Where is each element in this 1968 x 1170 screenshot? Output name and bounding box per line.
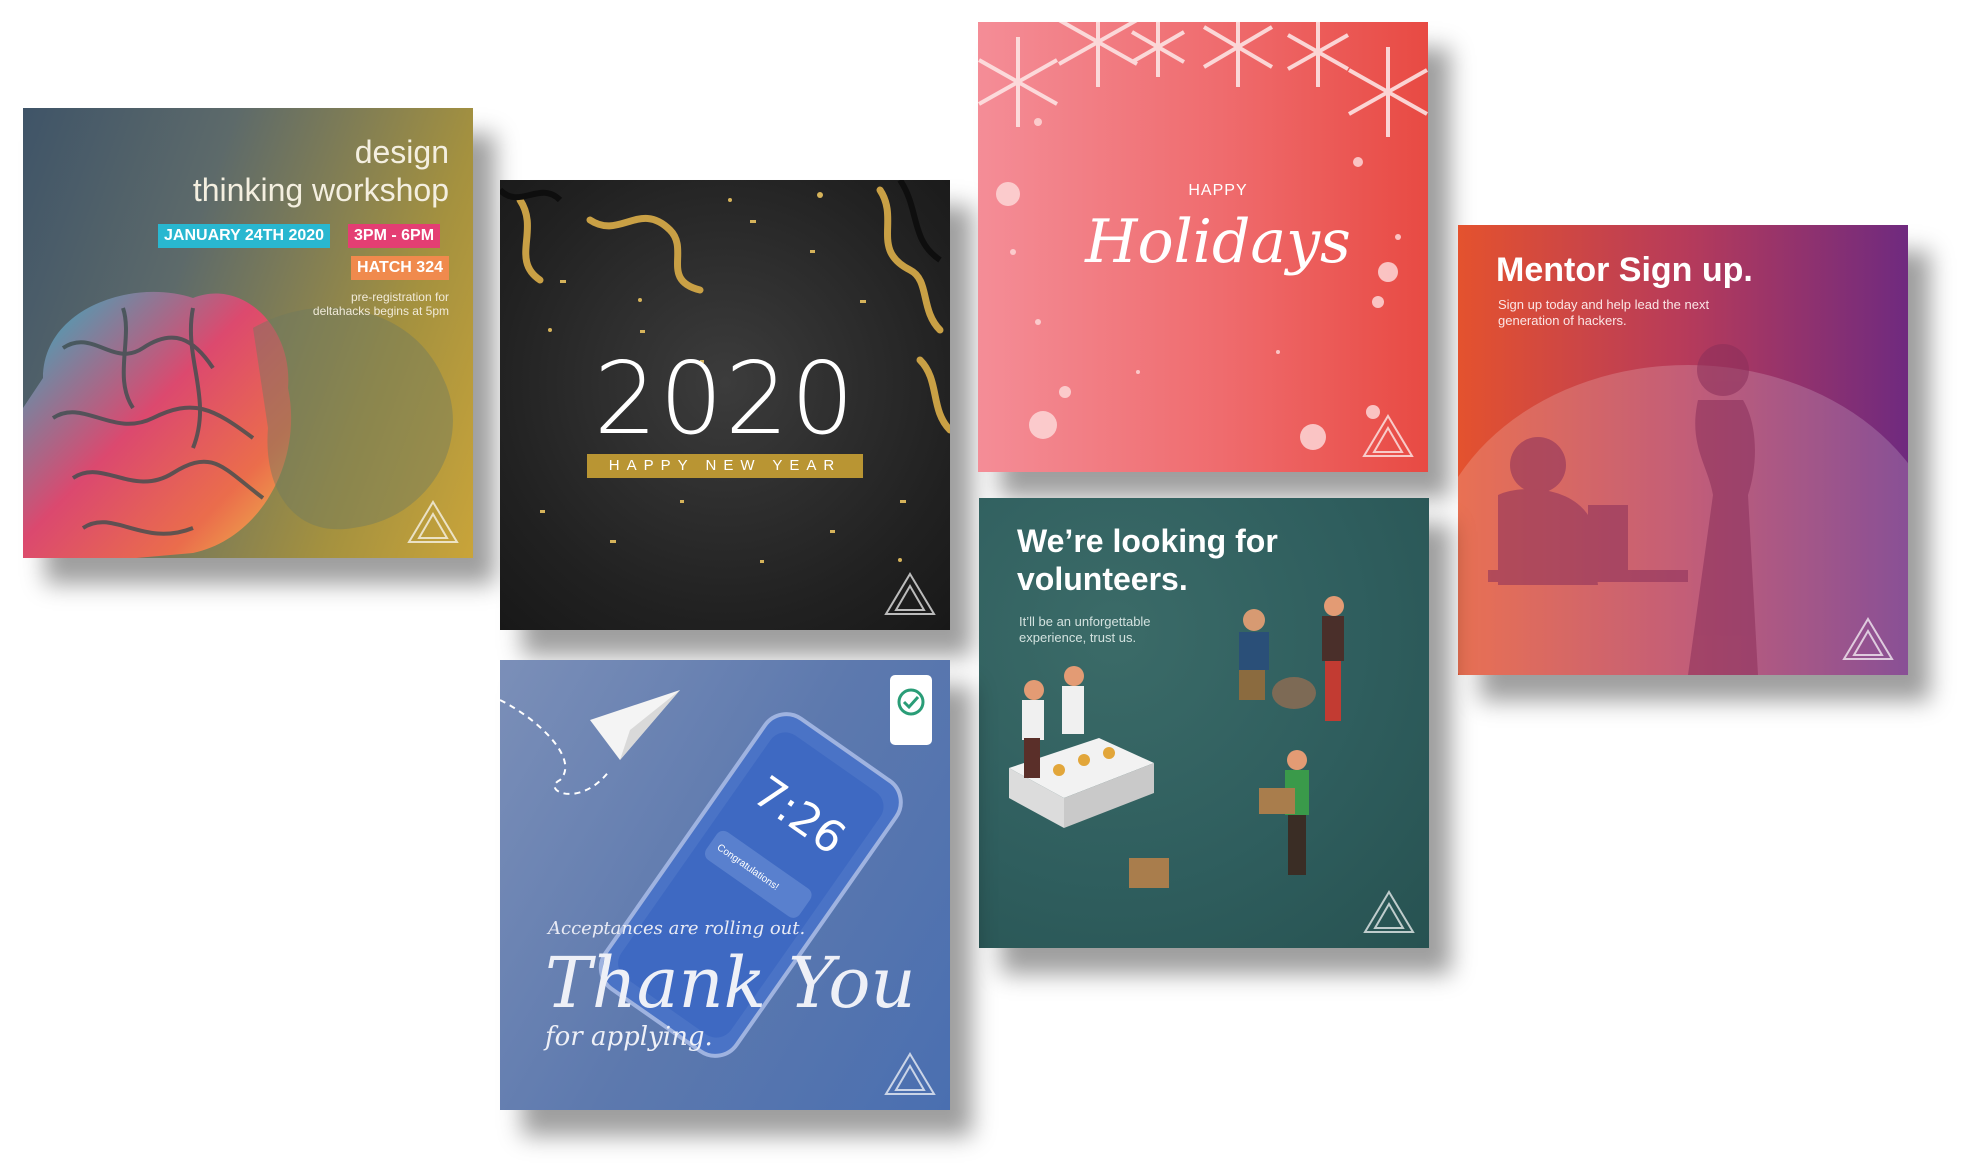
acceptances-text: Acceptances are rolling out. [548,918,806,939]
registration-note: pre-registration for deltahacks begins a… [312,290,449,318]
card-mentor-sign-up: Mentor Sign up. Sign up today and help l… [1458,225,1908,675]
happy-text: HAPPY [1188,182,1248,199]
triangle-logo-icon [1360,412,1416,460]
mentor-title: Mentor Sign up. [1496,251,1753,289]
card-happy-new-year: 2020 HAPPY NEW YEAR [500,180,950,630]
volunteers-title: We’re looking for volunteers. [1017,523,1278,597]
location-badge: HATCH 324 [351,256,449,280]
mentor-subtitle: Sign up today and help lead the next gen… [1498,297,1710,328]
triangle-logo-icon [882,1050,938,1098]
time-badge: 3PM - 6PM [348,224,441,248]
envelope-check-icon [890,675,932,745]
happy-new-year-banner: HAPPY NEW YEAR [587,454,863,478]
card-design-thinking-workshop: design thinking workshop JANUARY 24TH 20… [23,108,473,558]
thank-you-text: Thank You [545,942,916,1024]
for-applying-text: for applying. [545,1022,713,1052]
workshop-title-line1: design [354,134,449,170]
triangle-logo-icon [1840,615,1896,663]
mentor-illustration [1458,344,1908,675]
year-text: 2020 [593,340,857,457]
triangle-logo-icon [405,498,461,546]
card-volunteers: We’re looking for volunteers. It’ll be a… [979,498,1429,948]
date-badge: JANUARY 24TH 2020 [158,224,331,248]
triangle-logo-icon [882,570,938,618]
holidays-script-text: Holidays [1085,207,1351,277]
workshop-title-line2: thinking workshop [192,172,449,208]
paper-plane-icon [590,690,680,760]
card-happy-holidays: HAPPY Holidays [978,22,1428,472]
triangle-logo-icon [1361,888,1417,936]
card-thank-you: 7:26 Congratulations! Acceptances are ro… [500,660,950,1110]
volunteers-subtitle: It’ll be an unforgettable experience, tr… [1019,614,1151,645]
